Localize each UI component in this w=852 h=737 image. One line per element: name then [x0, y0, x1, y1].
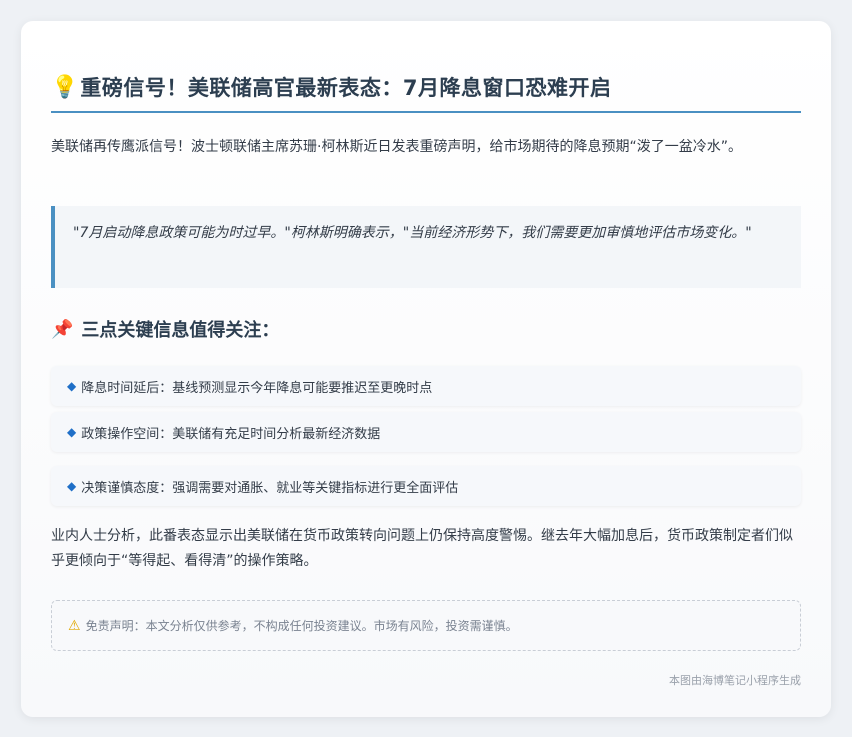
- key-point-text: 政策操作空间：美联储有充足时间分析最新经济数据: [81, 426, 381, 442]
- key-point-2: ◆ 政策操作空间：美联储有充足时间分析最新经济数据: [51, 412, 801, 452]
- diamond-icon: ◆: [67, 379, 77, 393]
- key-point-text: 降息时间延后：基线预测显示今年降息可能要推迟至更晚时点: [81, 380, 433, 396]
- section-title: 📌 三点关键信息值得关注：: [51, 314, 279, 344]
- warning-icon: ⚠: [68, 617, 81, 634]
- disclaimer-text: 免责声明：本文分析仅供参考，不构成任何投资建议。市场有风险，投资需谨慎。: [85, 619, 518, 633]
- key-point-1: ◆ 降息时间延后：基线预测显示今年降息可能要推迟至更晚时点: [51, 366, 801, 406]
- analysis-paragraph: 业内人士分析，此番表态显示出美联储在货币政策转向问题上仍保持高度警惕。继去年大幅…: [51, 528, 793, 569]
- footer-credit: 本图由海博笔记小程序生成: [669, 674, 801, 687]
- intro-paragraph: 美联储再传鹰派信号！波士顿联储主席苏珊·柯林斯近日发表重磅声明，给市场期待的降息…: [51, 139, 742, 155]
- section-title-text: 三点关键信息值得关注：: [81, 320, 280, 341]
- article-title-text: 重磅信号！美联储高官最新表态：7月降息窗口恐难开启: [80, 76, 612, 100]
- lightbulb-icon: 💡: [51, 75, 79, 100]
- diamond-icon: ◆: [67, 425, 77, 439]
- disclaimer-box: ⚠ 免责声明：本文分析仅供参考，不构成任何投资建议。市场有风险，投资需谨慎。: [51, 600, 801, 651]
- quote-block: "7月启动降息政策可能为时过早。"柯林斯明确表示，"当前经济形势下，我们需要更加…: [51, 206, 801, 288]
- key-point-3: ◆ 决策谨慎态度：强调需要对通胀、就业等关键指标进行更全面评估: [51, 466, 801, 506]
- article-card: 💡 重磅信号！美联储高官最新表态：7月降息窗口恐难开启 美联储再传鹰派信号！波士…: [21, 21, 831, 717]
- article-title: 💡 重磅信号！美联储高官最新表态：7月降息窗口恐难开启: [51, 73, 801, 113]
- key-point-text: 决策谨慎态度：强调需要对通胀、就业等关键指标进行更全面评估: [81, 480, 459, 496]
- diamond-icon: ◆: [67, 479, 77, 493]
- pushpin-icon: 📌: [51, 318, 74, 340]
